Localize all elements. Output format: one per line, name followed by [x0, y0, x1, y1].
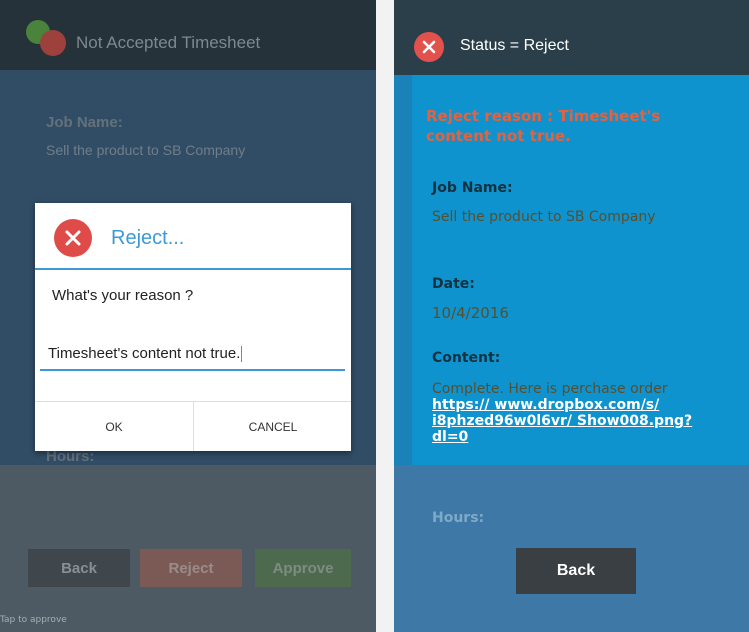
content-text: Complete. Here is perchase order — [432, 381, 668, 397]
left-footnote: Tap to approve — [0, 615, 67, 625]
reject-button[interactable]: Reject — [140, 549, 242, 587]
reason-input[interactable]: Timesheet's content not true. — [40, 341, 345, 371]
status-x-icon — [414, 32, 444, 62]
right-screen: Status = Reject Reject reason : Timeshee… — [394, 0, 749, 632]
dialog-title: Reject... — [111, 227, 185, 249]
reject-reason-text: Reject reason : Timesheet's content not … — [426, 107, 661, 145]
left-screen: Not Accepted Timesheet Job Name: Sell th… — [0, 0, 376, 632]
back-button-right[interactable]: Back — [516, 548, 636, 594]
job-name-value: Sell the product to SB Company — [432, 209, 656, 225]
job-name-label: Job Name: — [432, 180, 513, 196]
date-value: 10/4/2016 — [432, 304, 509, 322]
status-title: Status = Reject — [460, 37, 569, 54]
cancel-button[interactable]: CANCEL — [194, 402, 352, 451]
approve-button[interactable]: Approve — [255, 549, 351, 587]
reason-input-text: Timesheet's content not true. — [48, 345, 243, 363]
dialog-message: What's your reason ? — [52, 287, 194, 304]
content-value: Complete. Here is perchase order https:/… — [432, 381, 702, 445]
right-content-edge — [394, 75, 412, 465]
hours-label: Hours: — [432, 510, 485, 526]
back-button[interactable]: Back — [28, 549, 130, 587]
screen-gap — [376, 0, 394, 632]
right-app-bar: Status = Reject — [394, 0, 749, 75]
content-link[interactable]: https:// www.dropbox.com/s/ i8phzed96w0l… — [432, 397, 692, 445]
reject-x-icon — [54, 219, 92, 257]
reject-dialog: Reject... What's your reason ? Timesheet… — [35, 203, 351, 451]
content-label: Content: — [432, 350, 501, 366]
ok-button[interactable]: OK — [35, 402, 193, 451]
date-label: Date: — [432, 276, 475, 292]
dialog-title-divider — [35, 268, 351, 270]
